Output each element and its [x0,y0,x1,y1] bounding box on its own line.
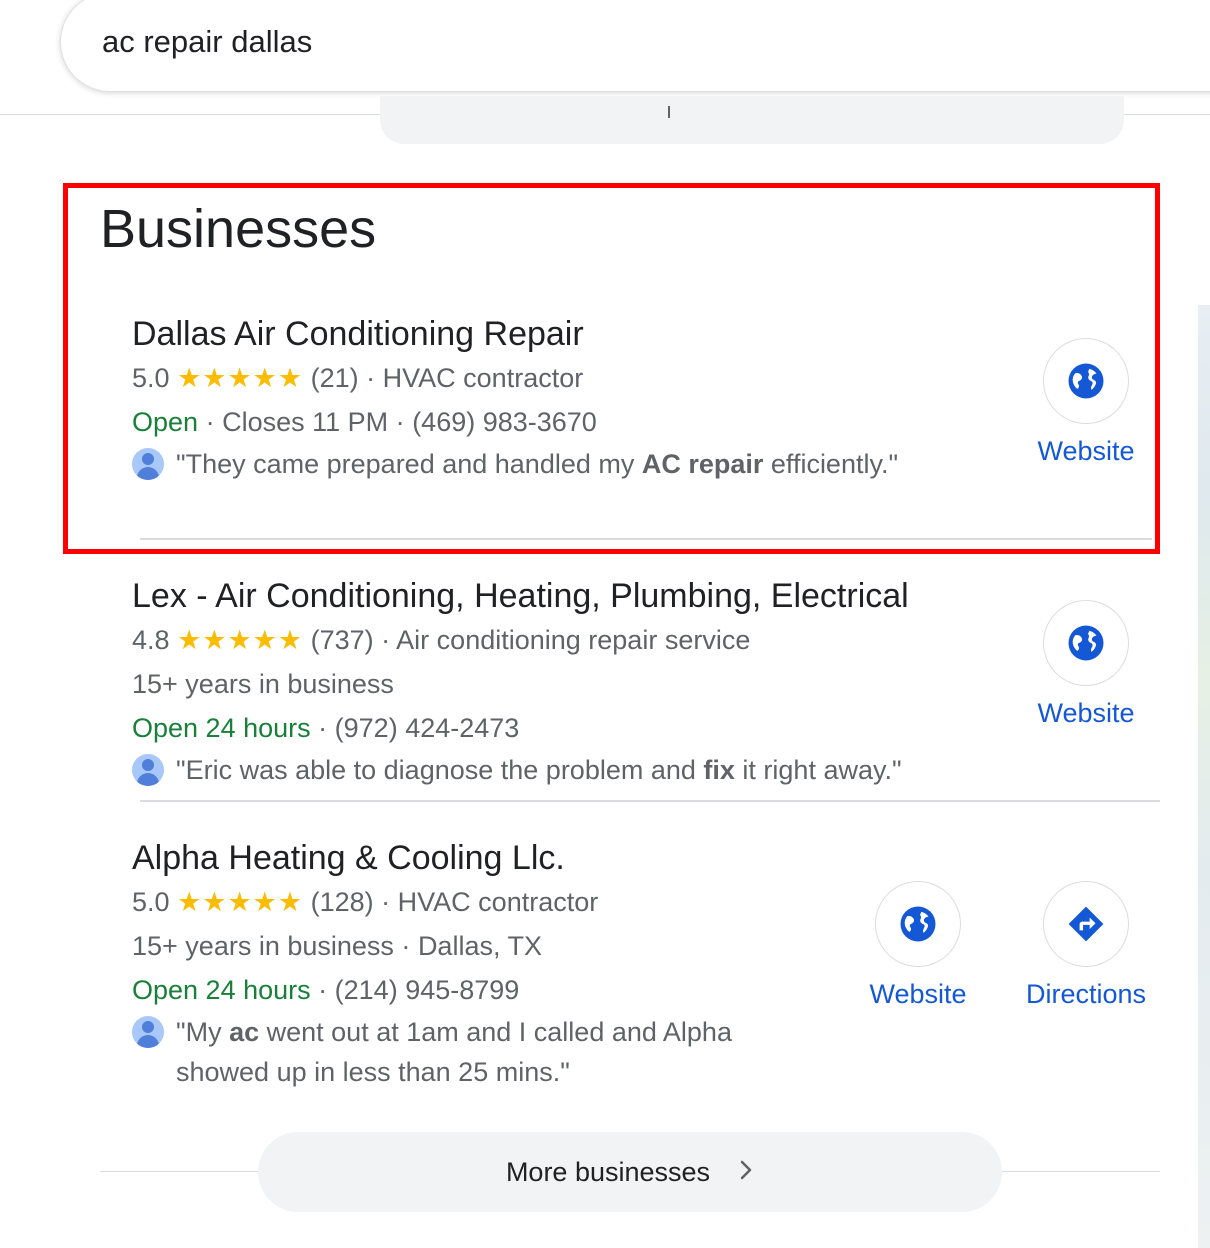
separator: · [395,407,405,437]
review-count[interactable]: (737) [311,625,374,655]
business-listing[interactable]: Dallas Air Conditioning Repair 5.0 ★★★★★… [132,312,1012,484]
open-status: Open [132,407,199,437]
globe-icon[interactable] [1043,338,1129,424]
phone-number: (469) 983-3670 [412,407,597,437]
website-button[interactable]: Website [1021,338,1151,467]
review-highlight: fix [703,755,735,785]
review-text: it right away." [734,755,902,785]
business-location: Dallas, TX [417,931,542,961]
more-businesses-button[interactable]: More businesses [258,1132,1002,1212]
website-button[interactable]: Website [1021,600,1151,729]
review-text: "Eric was able to diagnose the problem a… [176,755,704,785]
business-category: Air conditioning repair service [396,625,751,655]
business-name[interactable]: Lex - Air Conditioning, Heating, Plumbin… [132,574,1012,618]
reviewer-avatar-icon [132,448,164,480]
closing-time: Closes 11 PM [222,407,389,437]
business-category: HVAC contractor [397,887,599,917]
reviewer-avatar-icon [132,754,164,786]
hours-row: Open · Closes 11 PM · (469) 983-3670 [132,400,1012,444]
rating-row: 4.8 ★★★★★ (737) · Air conditioning repai… [132,618,1012,662]
phone-number: (972) 424-2473 [334,713,520,743]
separator: · [318,975,328,1005]
review-snippet: "They came prepared and handled my AC re… [132,444,1012,484]
business-category: HVAC contractor [382,363,584,393]
review-text: "My [176,1017,230,1047]
separator: · [366,363,376,393]
chip-divider [668,106,670,118]
business-listing[interactable]: Lex - Air Conditioning, Heating, Plumbin… [132,574,1012,790]
hours-row: Open 24 hours · (972) 424-2473 [132,706,1012,750]
review-text: went out at 1am and I called and Alpha [259,1017,732,1047]
website-label[interactable]: Website [1021,436,1151,467]
directions-icon[interactable] [1043,881,1129,967]
business-name[interactable]: Alpha Heating & Cooling Llc. [132,836,1012,880]
section-title: Businesses [100,199,377,259]
rating-value: 5.0 [132,887,170,917]
phone-number: (214) 945-8799 [334,975,520,1005]
chevron-right-icon [738,1157,754,1188]
rating-row: 5.0 ★★★★★ (21) · HVAC contractor [132,356,1012,400]
review-text: showed up in less than 25 mins." [176,1057,570,1087]
separator: · [205,407,215,437]
globe-icon[interactable] [875,881,961,967]
review-highlight: AC repair [641,449,764,479]
business-name[interactable]: Dallas Air Conditioning Repair [132,312,1012,356]
map-preview[interactable] [1198,305,1210,1248]
search-input[interactable]: ac repair dallas [102,24,312,60]
star-rating-icon: ★★★★★ [177,363,304,393]
separator: · [401,931,411,961]
review-highlight: ac [229,1017,260,1047]
review-count[interactable]: (21) [311,363,359,393]
star-rating-icon: ★★★★★ [177,887,304,917]
reviewer-avatar-icon [132,1016,164,1048]
review-snippet: "Eric was able to diagnose the problem a… [132,750,1012,790]
globe-icon[interactable] [1043,600,1129,686]
more-businesses-label[interactable]: More businesses [506,1157,710,1188]
star-rating-icon: ★★★★★ [177,625,304,655]
website-label[interactable]: Website [1021,698,1151,729]
listing-divider [140,800,1160,802]
separator: · [318,713,328,743]
separator: · [381,625,391,655]
directions-label[interactable]: Directions [1011,979,1161,1010]
years-in-business: 15+ years in business [132,931,394,961]
open-status: Open 24 hours [132,975,311,1005]
separator: · [381,887,391,917]
directions-button[interactable]: Directions [1011,881,1161,1010]
rating-value: 4.8 [132,625,170,655]
review-count[interactable]: (128) [311,887,374,917]
years-in-business: 15+ years in business [132,669,394,699]
review-text: efficiently." [763,449,899,479]
review-text: "They came prepared and handled my [176,449,642,479]
listing-divider [140,538,1152,540]
review-snippet: "My ac went out at 1am and I called and … [132,1012,1012,1092]
website-label[interactable]: Website [853,979,983,1010]
open-status: Open 24 hours [132,713,311,743]
website-button[interactable]: Website [853,881,983,1010]
filter-chip-bar[interactable] [380,96,1124,144]
rating-value: 5.0 [132,363,170,393]
